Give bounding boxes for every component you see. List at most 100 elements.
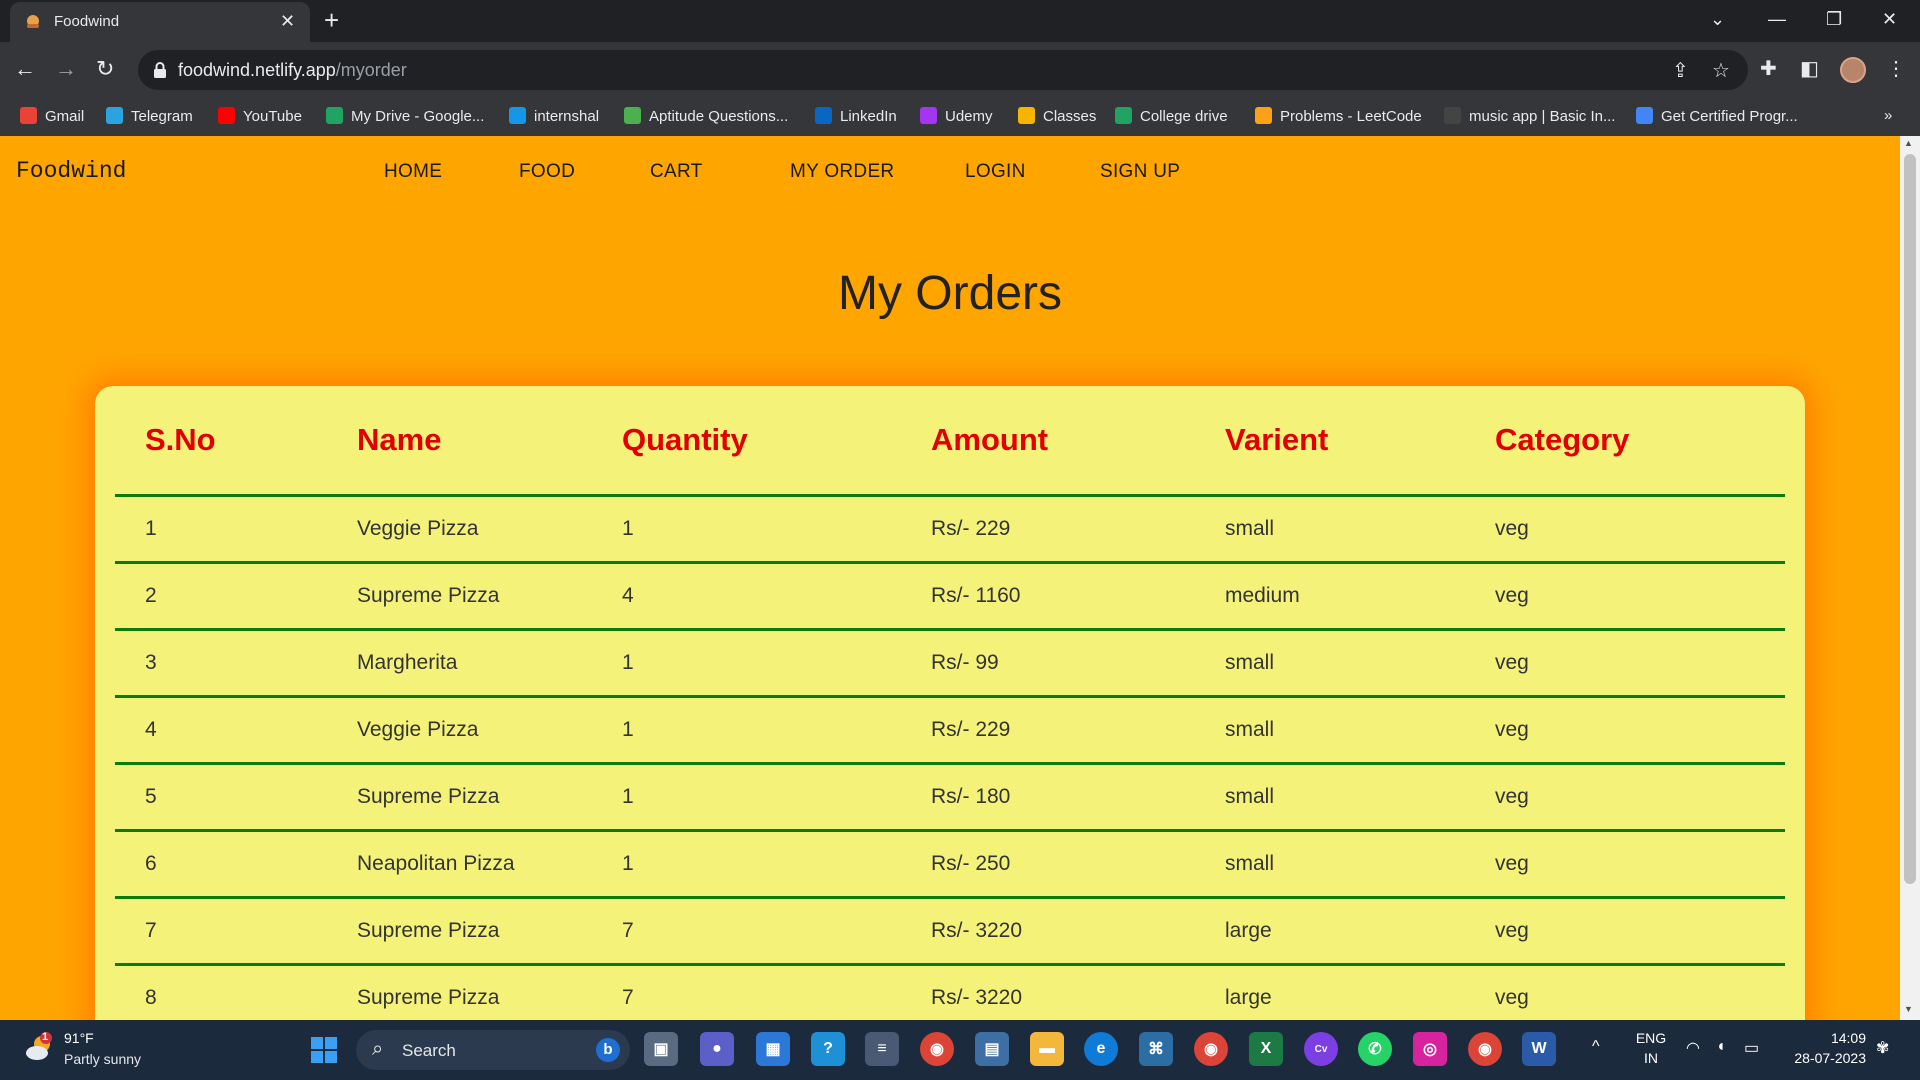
nav-login-link[interactable]: LOGIN: [965, 161, 1026, 183]
bookmarks-bar: » Gmail Telegram YouTube My Drive - Google.…: [0, 98, 1920, 136]
chrome-menu-icon[interactable]: ⋮: [1886, 56, 1906, 82]
weather-description[interactable]: Partly sunny: [64, 1051, 141, 1067]
column-header-name: Name: [357, 422, 442, 457]
bookmark-item[interactable]: Gmail: [20, 107, 84, 125]
edge-icon[interactable]: e: [1084, 1032, 1118, 1066]
row-sno: 1: [145, 517, 157, 540]
restore-icon[interactable]: ❐: [1826, 8, 1842, 30]
reload-icon[interactable]: ↻: [96, 56, 114, 82]
header-divider: [115, 494, 1785, 497]
scroll-thumb[interactable]: [1904, 154, 1916, 884]
bookmark-item[interactable]: Problems - LeetCode: [1255, 107, 1422, 125]
show-hidden-icons-chevron-icon[interactable]: ^: [1592, 1038, 1600, 1056]
chrome-profile-icon[interactable]: ◉: [920, 1032, 954, 1066]
url-text[interactable]: foodwind.netlify.app/myorder: [178, 60, 407, 81]
volume-icon[interactable]: ◖: [1716, 1038, 1726, 1056]
bookmark-item[interactable]: Telegram: [106, 107, 193, 125]
row-sno: 3: [145, 651, 157, 674]
scroll-up-arrow-icon[interactable]: ▲: [1904, 138, 1913, 148]
excel-icon[interactable]: X: [1249, 1032, 1283, 1066]
share-icon[interactable]: ⇪: [1672, 58, 1689, 83]
region-indicator[interactable]: IN: [1635, 1050, 1667, 1066]
notifications-icon[interactable]: ✾: [1876, 1038, 1889, 1058]
mysql-workbench-icon[interactable]: ⌘: [1139, 1032, 1173, 1066]
row-sno: 4: [145, 718, 157, 741]
battery-icon[interactable]: ▭: [1744, 1038, 1759, 1058]
side-panel-icon[interactable]: ◧: [1800, 56, 1819, 82]
clock-time[interactable]: 14:09: [1786, 1030, 1866, 1046]
instagram-icon[interactable]: ◎: [1413, 1032, 1447, 1066]
chrome-active-icon[interactable]: ◉: [1468, 1032, 1502, 1066]
scroll-down-arrow-icon[interactable]: ▼: [1904, 1004, 1913, 1014]
bing-icon[interactable]: b: [596, 1038, 620, 1062]
profile-avatar[interactable]: [1840, 57, 1866, 83]
windows-start-icon[interactable]: [310, 1036, 338, 1064]
bookmark-item[interactable]: internshal: [509, 107, 599, 125]
nav-cart-link[interactable]: CART: [650, 161, 703, 183]
row-quantity: 1: [622, 517, 634, 540]
youtube-icon: [218, 107, 235, 124]
canva-icon[interactable]: Cv: [1304, 1032, 1338, 1066]
wifi-icon[interactable]: ◠: [1686, 1038, 1700, 1058]
close-window-icon[interactable]: ✕: [1882, 8, 1897, 30]
internshala-icon: [509, 107, 526, 124]
performance-monitor-icon[interactable]: ≡: [865, 1032, 899, 1066]
bookmark-item[interactable]: Get Certified Progr...: [1636, 107, 1798, 125]
language-indicator[interactable]: ENG: [1635, 1030, 1667, 1046]
row-varient: small: [1225, 852, 1275, 875]
bookmark-item[interactable]: Udemy: [920, 107, 993, 125]
column-header-quantity: Quantity: [622, 422, 748, 457]
nav-my-order-link[interactable]: MY ORDER: [790, 161, 894, 183]
page-scrollbar[interactable]: ▲ ▼: [1900, 136, 1920, 1020]
photos-app-icon[interactable]: ▤: [975, 1032, 1009, 1066]
file-explorer-icon[interactable]: ▬: [1030, 1032, 1064, 1066]
bookmark-item[interactable]: My Drive - Google...: [326, 107, 484, 125]
forward-arrow-icon[interactable]: →: [55, 56, 77, 82]
bookmark-item[interactable]: Classes: [1018, 107, 1096, 125]
word-icon[interactable]: W: [1522, 1032, 1556, 1066]
row-divider: [115, 963, 1785, 966]
nav-food-link[interactable]: FOOD: [519, 161, 575, 183]
task-view-icon[interactable]: ▣: [644, 1032, 678, 1066]
row-name: Supreme Pizza: [357, 785, 500, 808]
chrome-icon[interactable]: ◉: [1194, 1032, 1228, 1066]
address-bar[interactable]: foodwind.netlify.app/myorder ⇪ ☆: [138, 50, 1748, 90]
row-name: Neapolitan Pizza: [357, 852, 515, 875]
weather-temperature[interactable]: 91°F: [64, 1030, 94, 1046]
taskbar-search-box[interactable]: ⌕ Search b: [356, 1030, 630, 1070]
bookmarks-overflow-icon[interactable]: »: [1884, 107, 1892, 124]
bookmark-item[interactable]: music app | Basic In...: [1444, 107, 1615, 125]
row-amount: Rs/- 3220: [931, 986, 1023, 1009]
browser-tab[interactable]: Foodwind ✕: [10, 2, 310, 42]
get-help-icon[interactable]: ?: [811, 1032, 845, 1066]
tab-search-chevron-icon[interactable]: ⌄: [1710, 8, 1725, 30]
new-tab-button[interactable]: +: [324, 7, 339, 33]
teams-chat-icon[interactable]: ●: [700, 1032, 734, 1066]
row-quantity: 1: [622, 785, 634, 808]
bookmark-item[interactable]: Aptitude Questions...: [624, 107, 788, 125]
clock-date[interactable]: 28-07-2023: [1782, 1050, 1866, 1066]
close-tab-icon[interactable]: ✕: [280, 11, 295, 31]
row-quantity: 7: [622, 919, 634, 942]
back-arrow-icon[interactable]: ←: [14, 56, 36, 82]
partly-sunny-icon[interactable]: [24, 1032, 56, 1064]
row-divider: [115, 829, 1785, 832]
nav-signup-link[interactable]: SIGN UP: [1100, 161, 1180, 183]
whatsapp-icon[interactable]: ✆: [1358, 1032, 1392, 1066]
bookmark-star-icon[interactable]: ☆: [1712, 58, 1730, 83]
bookmark-item[interactable]: College drive: [1115, 107, 1228, 125]
row-category: veg: [1495, 517, 1529, 540]
bookmark-item[interactable]: YouTube: [218, 107, 302, 125]
taskbar-search-label: Search: [402, 1041, 456, 1060]
bookmark-label: College drive: [1140, 108, 1228, 125]
bookmark-label: My Drive - Google...: [351, 108, 485, 125]
row-varient: small: [1225, 517, 1275, 540]
row-category: veg: [1495, 651, 1529, 674]
row-category: veg: [1495, 986, 1529, 1009]
minimize-icon[interactable]: —: [1768, 8, 1786, 30]
bookmark-item[interactable]: LinkedIn: [815, 107, 897, 125]
nav-home-link[interactable]: HOME: [384, 161, 442, 183]
extensions-puzzle-icon[interactable]: ✚: [1760, 56, 1777, 82]
site-brand-logo[interactable]: Foodwind: [16, 158, 126, 184]
microsoft-store-icon[interactable]: ▦: [756, 1032, 790, 1066]
